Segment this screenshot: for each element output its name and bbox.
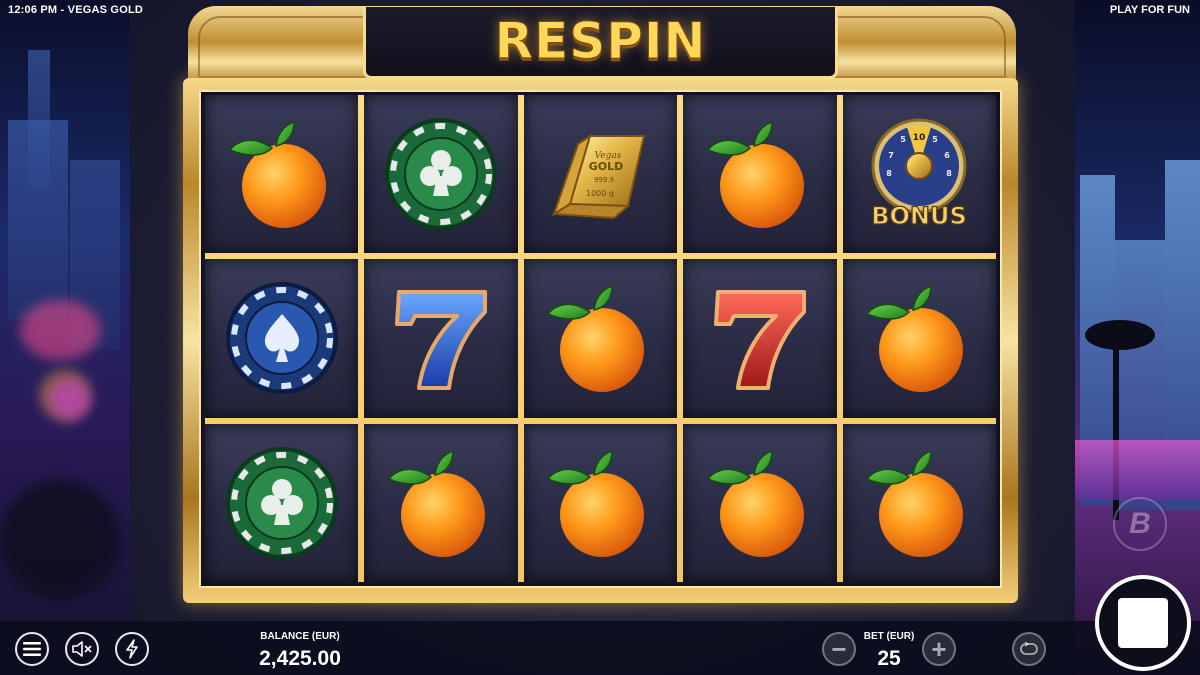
autoplay-button[interactable] xyxy=(1012,632,1046,666)
menu-button[interactable] xyxy=(15,632,49,666)
gold-bar-gold-text: GOLD xyxy=(589,160,624,173)
lightning-icon xyxy=(126,639,138,659)
balance-value: 2,425.00 xyxy=(259,647,341,670)
wheel-number: 8 xyxy=(886,169,892,178)
wheel-number: 10 xyxy=(913,133,926,143)
reel-cell xyxy=(205,259,359,418)
wheel-number: 5 xyxy=(932,135,938,144)
autoplay-icon xyxy=(1020,642,1038,655)
bonus-wheel-icon: 10 5 5 6 8 8 7 BONUS xyxy=(871,118,968,231)
gold-bar-icon: Vegas GOLD 999.9 1000 g xyxy=(551,133,646,220)
reel-cell: Vegas GOLD 999.9 1000 g xyxy=(523,95,678,254)
wheel-number: 5 xyxy=(900,135,906,144)
reel-cell xyxy=(683,259,837,418)
game-title-time: 12:06 PM - VEGAS GOLD xyxy=(8,4,144,16)
play-mode-label: PLAY FOR FUN xyxy=(1109,4,1190,16)
reel-cell xyxy=(683,423,837,582)
orange-icon xyxy=(866,285,964,393)
sound-toggle-button[interactable] xyxy=(65,632,99,666)
balance-label: BALANCE (EUR) xyxy=(260,631,340,642)
reel-cell: 10 5 5 6 8 8 7 BONUS xyxy=(842,95,996,254)
blue-seven-icon xyxy=(395,290,488,391)
background-city-right xyxy=(1075,0,1200,675)
bet-label: BET (EUR) xyxy=(863,631,915,642)
reel-cell xyxy=(364,95,518,254)
reel-cell xyxy=(364,259,518,418)
orange-icon xyxy=(387,449,486,557)
reel-cell xyxy=(842,259,996,418)
orange-icon xyxy=(706,121,804,229)
provider-logo: B xyxy=(1113,497,1167,551)
club-chip-icon xyxy=(385,118,498,231)
spade-chip-icon xyxy=(225,282,338,395)
bonus-label: BONUS xyxy=(872,202,968,230)
reel-cell xyxy=(205,423,359,582)
gold-bar-weight: 1000 g xyxy=(586,189,614,198)
stop-spin-button[interactable] xyxy=(1095,575,1191,671)
bet-increase-button[interactable]: + xyxy=(922,632,956,666)
reel-cell xyxy=(205,95,359,254)
turbo-button[interactable] xyxy=(115,632,149,666)
minus-icon: − xyxy=(831,634,847,664)
gold-bar-purity: 999.9 xyxy=(594,176,614,184)
wheel-number: 6 xyxy=(944,151,950,160)
respin-text: RESPIN xyxy=(494,12,707,71)
bet-value: 25 xyxy=(877,647,901,670)
background-city-left xyxy=(0,0,130,675)
reel-cell xyxy=(683,95,837,254)
orange-icon xyxy=(866,449,964,557)
stop-icon xyxy=(1118,598,1168,648)
orange-icon xyxy=(547,449,645,557)
hamburger-icon xyxy=(23,642,41,656)
mute-icon xyxy=(72,641,92,657)
reel-cell xyxy=(523,423,678,582)
reel-cell xyxy=(364,423,518,582)
orange-icon xyxy=(706,449,804,557)
reel-grid: Vegas GOLD 999.9 1000 g 10 5 5 6 8 8 7 B… xyxy=(205,95,996,582)
wheel-number: 8 xyxy=(946,169,952,178)
plus-icon: + xyxy=(931,634,947,664)
orange-icon xyxy=(228,121,326,229)
wheel-number: 7 xyxy=(888,151,894,160)
orange-icon xyxy=(547,285,645,393)
club-chip-icon xyxy=(225,446,338,559)
reel-cell xyxy=(842,423,996,582)
reel-cell xyxy=(523,259,678,418)
red-seven-icon xyxy=(713,290,806,391)
